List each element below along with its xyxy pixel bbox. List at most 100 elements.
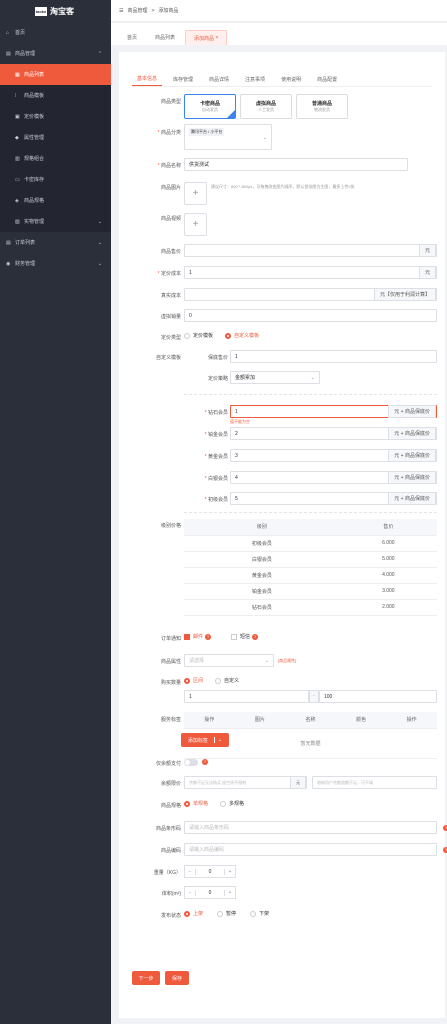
stepper-value: 0 [195,889,225,896]
help-icon[interactable]: ? [443,825,447,831]
balance-label: 仅余额支付 [155,761,181,767]
strategy-select[interactable]: 金额累加 ⌄ [230,371,320,384]
sidebar-item-spec[interactable]: ▥ 规格组合 [0,148,111,169]
cost-input[interactable]: 1元 [184,266,437,279]
level-input-platinum[interactable]: 2 元 + 商品保底价 [230,427,437,440]
radio-label: 下架 [259,911,270,917]
tab-home[interactable]: 首页 [119,30,145,45]
email-checkbox[interactable] [184,633,190,640]
sidebar-item-home[interactable]: ⌂ 首页 [0,22,111,43]
help-icon[interactable]: ? [202,759,208,765]
level-input-silver[interactable]: 4 元 + 商品保底价 [230,471,437,484]
level-addon: 元 + 商品保底价 [388,471,436,484]
help-icon[interactable]: ? [205,633,212,640]
sidebar-item-goods-list[interactable]: ▦ 商品列表 [0,64,111,85]
base-price-input[interactable]: 1 [230,350,437,363]
tab-goods-list[interactable]: 商品列表 [147,30,183,45]
sidebar-item-attr[interactable]: ◆ 属性管理 [0,127,111,148]
type-card-card[interactable]: 卡密商品 自动发货 [184,94,236,119]
sidebar-item-card-stock[interactable]: ▭ 卡密库存 [0,169,111,190]
tab-usage[interactable]: 使用说明 [276,72,306,86]
category-select[interactable]: 腾讯平台 / 小平台 ⌄ [184,124,272,150]
limit-input-2[interactable]: 限制用户余额限额不足，可不填 [312,776,437,789]
sidebar-item-goods-template[interactable]: ⁞ 商品模板 [0,85,111,106]
radio-custom[interactable] [215,677,222,684]
tab-add-goods[interactable]: 添加商品 × [185,30,228,45]
sidebar-item-physical[interactable]: ▧ 实物管理 ⌄ [0,211,111,232]
type-card-virtual[interactable]: 虚拟商品 人工发货 [240,94,292,119]
list-icon: ▦ [15,71,20,78]
volume-stepper[interactable]: −0 + [184,886,236,899]
radio-label: 暂停 [226,911,237,917]
real-cost-input[interactable]: 元【仅用于利润计算】 [184,288,437,301]
save-button[interactable]: 保存 [165,971,189,985]
radio-label: 多规格 [229,801,245,807]
category-label: * 商品分类 [157,130,181,136]
sidebar: taoke 淘宝客 ⌂ 首页 ▤ 商品管理 ⌃ ▦ 商品列表 ⁞ 商品模板 ▣ 定价模板 ◆ 属… [0,0,111,1024]
help-icon[interactable]: ? [252,633,259,640]
sidebar-item-orders[interactable]: ▤ 订单列表 ⌄ [0,232,111,253]
code-input[interactable]: 请输入商品编码 [184,843,437,856]
level-input-junior[interactable]: 5 元 + 商品保底价 [230,492,437,505]
radio-off-shelf[interactable] [250,910,257,917]
level-input-diamond[interactable]: 1 元 + 商品保底价 [230,405,437,418]
video-upload[interactable]: + [184,213,207,236]
breadcrumb-item[interactable]: 商品管理 [127,7,147,14]
tab-basic-info[interactable]: 基本信息 [132,72,163,86]
attr-link[interactable]: [商品属性] [278,658,296,664]
tab-detail[interactable]: 商品详情 [204,72,234,86]
virtual-sales-input[interactable]: 0 [184,309,437,322]
radio-paused[interactable] [217,910,224,917]
help-icon[interactable]: ? [443,847,447,853]
price-input[interactable]: 元 [184,244,437,257]
plus-icon[interactable]: + [225,890,235,896]
level-input-gold[interactable]: 3 元 + 商品保底价 [230,449,437,462]
sidebar-item-price-template[interactable]: ▣ 定价模板 [0,106,111,127]
next-step-button[interactable]: 下一步 [132,971,160,985]
radio-label: 定价模板 [193,333,214,339]
virtual-sales-label: 虚拟销量 [160,314,181,320]
attr-placeholder: 请选择 [189,658,205,664]
card-title: 虚拟商品 [255,101,276,107]
notify-label: 订单通知 [160,636,181,642]
sidebar-item-finance[interactable]: ◉ 财务管理 ⌄ [0,253,111,274]
sidebar-item-sku[interactable]: ◈ 商品规格 [0,190,111,211]
column-header: 操作 [386,712,437,729]
sms-checkbox[interactable] [231,633,238,640]
add-tag-button[interactable]: 添加标签 ⌄ [181,733,229,747]
tab-config[interactable]: 商品配置 [312,72,342,86]
table-row: 铂金会员 3.000 [184,583,437,600]
radio-custom-template[interactable] [225,332,232,339]
table-row: 钻石会员 2.000 [184,599,437,616]
plus-icon[interactable]: + [225,869,235,875]
radio-range[interactable] [184,677,190,684]
button-label: 添加标签 [187,737,208,744]
minus-icon[interactable]: − [185,869,195,875]
radio-single-spec[interactable] [184,800,190,807]
level-value: 2 [235,430,238,437]
sidebar-item-goods-manage[interactable]: ▤ 商品管理 ⌃ [0,43,111,64]
attr-select[interactable]: 请选择 ⌄ [184,654,274,667]
menu-toggle-icon[interactable]: ☰ [119,8,123,14]
price-unit: 元 [418,244,436,257]
tab-notes[interactable]: 注意事项 [240,72,270,86]
level-addon: 元 + 商品保底价 [388,492,436,505]
tab-stock[interactable]: 库存管理 [168,72,198,86]
radio-price-template[interactable] [184,332,190,339]
barcode-input[interactable]: 请输入商品条形码 [184,821,437,834]
level-addon: 元 + 商品保底价 [388,427,436,440]
image-upload[interactable]: + [184,182,207,205]
qty-max-input[interactable]: 100 [319,690,437,703]
name-input[interactable]: 供货测试 [184,158,408,171]
limit-input[interactable]: 余额不足无法购买,留空则不限制 元 [184,776,307,789]
weight-stepper[interactable]: −0 + [184,865,236,878]
app-logo[interactable]: taoke 淘宝客 [0,0,111,22]
minus-icon[interactable]: − [185,890,195,896]
qty-min-input[interactable]: 1 [184,690,309,703]
radio-multi-spec[interactable] [220,800,227,807]
balance-toggle[interactable] [184,759,198,766]
radio-on-shelf[interactable] [184,910,190,917]
close-icon[interactable]: × [215,35,218,41]
type-card-normal[interactable]: 普通商品 物流发货 [296,94,348,119]
chevron-down-icon: ⌄ [97,218,102,225]
